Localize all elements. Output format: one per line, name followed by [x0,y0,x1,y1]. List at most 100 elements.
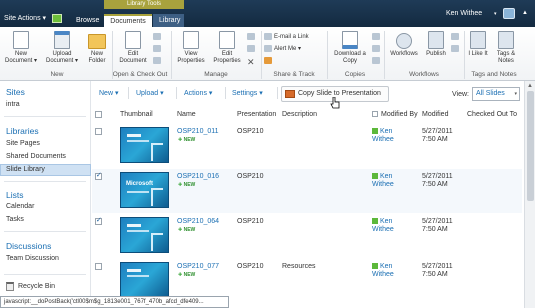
vertical-scrollbar[interactable]: ▲ [524,81,535,308]
rss-button[interactable] [264,57,274,64]
permissions-icon [247,45,255,52]
slide-thumbnail[interactable] [120,262,169,298]
column-thumbnail[interactable]: Thumbnail [120,111,153,118]
nav-heading-lists[interactable]: Lists [6,190,23,200]
upload-menu-button[interactable]: Upload ▾ [136,89,164,97]
column-modified-by[interactable]: Modified By [381,111,418,118]
site-actions-menu[interactable]: Site Actions ▾ [4,14,46,22]
column-presentation[interactable]: Presentation [237,111,276,118]
presence-icon [372,128,378,135]
send-to-icon [372,33,380,40]
file-name-link[interactable]: OSP210_064 [177,218,219,225]
column-name[interactable]: Name [177,111,196,118]
check-in-button[interactable] [153,45,163,52]
row-checkbox[interactable] [95,171,102,180]
file-name-link[interactable]: OSP210_011 [177,128,219,135]
go-to-source-button[interactable] [372,57,382,64]
user-avatar-icon[interactable] [503,8,515,19]
document-permissions-button[interactable] [247,45,257,52]
chevron-up-icon[interactable]: ▲ [522,10,528,16]
thumbnail-shape [127,230,149,232]
new-document-icon [13,31,29,49]
manage-copies-button[interactable] [372,45,382,52]
row-checkbox[interactable] [95,216,102,225]
slide-thumbnail[interactable]: Microsoft [120,172,169,208]
tab-browse[interactable]: Browse [70,14,105,27]
modified-by-cell[interactable]: Ken Withee [372,218,394,234]
modified-by-cell[interactable]: Ken Withee [372,263,394,279]
nav-item-slide-library[interactable]: Slide Library [6,166,45,173]
description-cell: Resources [282,263,316,270]
tags-notes-button[interactable]: Tags & Notes [492,31,520,65]
unpublish-button[interactable] [451,33,461,40]
manage-copies-icon [372,45,380,52]
presentation-cell: OSP210 [237,128,264,135]
check-out-button[interactable] [153,33,163,40]
version-history-button[interactable] [247,33,257,40]
new-document-button[interactable]: New Document ▾ [4,31,38,65]
send-to-button[interactable] [372,33,382,40]
edit-page-icon[interactable] [52,14,62,23]
email-link-button[interactable]: E-mail a Link [264,33,309,40]
view-properties-button[interactable]: View Properties [174,31,208,65]
new-menu-button[interactable]: New ▾ [99,89,118,97]
group-label-workflows: Workflows [409,71,439,78]
nav-item-tasks[interactable]: Tasks [6,216,24,223]
chevron-up-icon[interactable]: ▲ [527,83,533,89]
modified-by-cell[interactable]: Ken Withee [372,128,394,144]
workflows-button[interactable]: Workflows [386,31,422,58]
column-modified[interactable]: Modified [422,111,448,118]
upload-document-button[interactable]: Upload Document ▾ [42,31,82,65]
nav-item-recycle-bin[interactable]: Recycle Bin [18,283,55,290]
status-bar: javascript:__doPostBack('ctl00$m$g_1813e… [0,296,229,308]
publish-button[interactable]: Publish [423,31,449,58]
row-checkbox[interactable] [95,263,102,270]
column-checked-out-to[interactable]: Checked Out To [467,111,517,118]
slide-thumbnail[interactable] [120,127,169,163]
new-folder-button[interactable]: New Folder [84,31,110,65]
user-menu[interactable]: Ken Withee [446,10,482,17]
modified-by-cell[interactable]: Ken Withee [372,173,394,189]
row-checkbox[interactable] [95,128,102,135]
table-row[interactable]: OSP210_064 NEW OSP210 Ken Withee 5/27/20… [92,214,522,258]
view-select[interactable]: All Slides ▾ [472,87,520,101]
column-description[interactable]: Description [282,111,317,118]
nav-item-calendar[interactable]: Calendar [6,203,34,210]
delete-document-button[interactable]: ✕ [247,57,255,68]
nav-heading-libraries[interactable]: Libraries [6,126,39,136]
table-row[interactable]: OSP210_011 NEW OSP210 Ken Withee 5/27/20… [92,124,522,168]
download-copy-button[interactable]: Download a Copy [331,31,369,65]
nav-item-intra[interactable]: intra [6,101,20,108]
i-like-it-button[interactable]: I Like It [466,31,490,58]
approve-button[interactable] [451,45,461,52]
nav-item-shared-documents[interactable]: Shared Documents [6,153,66,160]
scrollbar-thumb[interactable] [527,91,534,201]
settings-menu-button[interactable]: Settings ▾ [232,89,263,97]
toolbar-divider [225,87,226,99]
select-all-checkbox[interactable] [95,111,102,118]
file-name-link[interactable]: OSP210_016 [177,173,219,180]
discard-checkout-button[interactable] [153,57,163,64]
table-row[interactable]: Microsoft OSP210_016 NEW OSP210 Ken With… [92,169,522,213]
tab-documents[interactable]: Documents [104,14,152,27]
actions-menu-button[interactable]: Actions ▾ [184,89,212,97]
edit-document-button[interactable]: Edit Document [116,31,150,65]
presentation-cell: OSP210 [237,218,264,225]
presence-icon [372,218,378,225]
tab-library[interactable]: Library [153,14,184,27]
file-name-link[interactable]: OSP210_077 [177,263,219,270]
list-header: Thumbnail Name Presentation Description … [92,108,522,120]
edit-properties-button[interactable]: Edit Properties [210,31,244,65]
toolbar-divider [128,87,129,99]
nav-heading-sites[interactable]: Sites [6,87,25,97]
alert-me-button[interactable]: Alert Me ▾ [264,45,301,52]
upload-icon [54,31,70,49]
group-label-tags-notes: Tags and Notes [471,71,517,78]
nav-item-team-discussion[interactable]: Team Discussion [6,255,59,262]
group-label-share-track: Share & Track [273,71,315,78]
thumbnail-shape [151,143,163,161]
nav-item-site-pages[interactable]: Site Pages [6,140,40,147]
user-menu-caret[interactable]: ▾ [494,11,497,17]
nav-heading-discussions[interactable]: Discussions [6,241,51,251]
slide-thumbnail[interactable] [120,217,169,253]
